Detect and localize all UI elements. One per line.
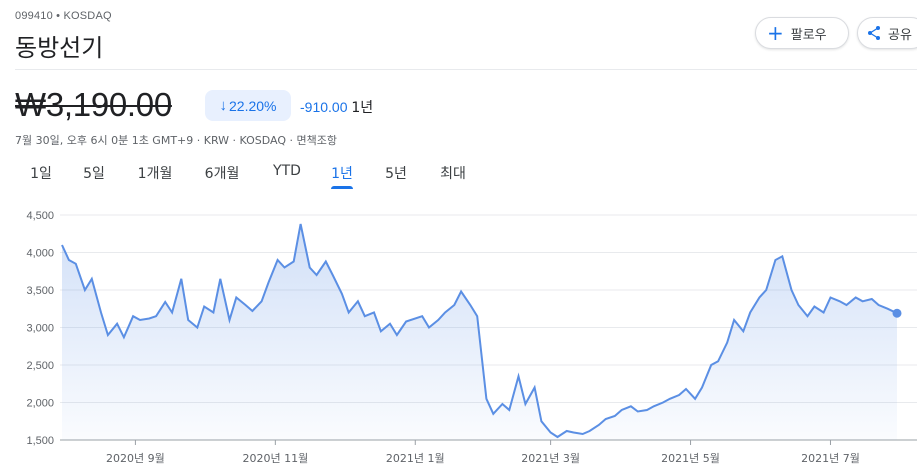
percent-change: 22.20% <box>229 97 277 114</box>
change-period: 1년 <box>351 100 374 116</box>
tab-1d[interactable]: 1일 <box>30 163 52 183</box>
x-tick-label: 2020년 11월 <box>242 452 308 465</box>
x-tick-label: 2021년 3월 <box>521 452 580 465</box>
ticker-exchange: 099410 • KOSDAQ <box>15 10 112 22</box>
tab-5y[interactable]: 5년 <box>385 163 407 183</box>
tab-5d[interactable]: 5일 <box>83 163 105 183</box>
price-chart[interactable]: 1,500 2,000 2,500 3,000 3,500 4,000 4,500 2020… <box>0 200 917 472</box>
percent-change-badge: ↓ 22.20% <box>205 90 291 121</box>
y-tick-label: 1,500 <box>26 435 54 447</box>
tab-ytd[interactable]: YTD <box>273 163 301 179</box>
absolute-change: -910.00 1년 <box>300 97 373 117</box>
header-divider <box>15 69 917 70</box>
tab-1m[interactable]: 1개월 <box>138 163 173 183</box>
x-tick-label: 2021년 1월 <box>386 452 445 465</box>
y-tick-label: 2,000 <box>26 398 54 410</box>
x-tick-label: 2021년 7월 <box>801 452 860 465</box>
share-label: 공유 <box>888 27 912 43</box>
tab-max[interactable]: 최대 <box>440 163 466 183</box>
y-tick-label: 3,500 <box>26 285 54 297</box>
share-icon <box>868 26 880 40</box>
active-tab-indicator <box>331 186 353 189</box>
current-price: ₩3,190.00 <box>15 86 172 123</box>
stock-name: 동방선기 <box>15 34 104 62</box>
y-tick-label: 4,000 <box>26 248 54 260</box>
current-price-dot <box>892 308 902 318</box>
change-value: -910.00 <box>300 99 348 115</box>
quote-meta: 7월 30일, 오후 6시 0분 1초 GMT+9 · KRW · KOSDAQ… <box>15 134 338 147</box>
y-tick-label: 3,000 <box>26 323 54 335</box>
plus-icon: + <box>767 21 784 45</box>
share-button[interactable]: 공유 <box>857 17 917 49</box>
y-tick-label: 2,500 <box>26 360 54 372</box>
x-tick-label: 2020년 9월 <box>106 452 165 465</box>
tab-6m[interactable]: 6개월 <box>205 163 240 183</box>
y-tick-label: 4,500 <box>26 210 54 222</box>
follow-label: 팔로우 <box>790 27 827 43</box>
arrow-down-icon: ↓ <box>219 97 228 114</box>
x-tick-label: 2021년 5월 <box>661 452 720 465</box>
tab-1y[interactable]: 1년 <box>331 163 353 183</box>
follow-button[interactable]: + 팔로우 <box>755 17 849 49</box>
